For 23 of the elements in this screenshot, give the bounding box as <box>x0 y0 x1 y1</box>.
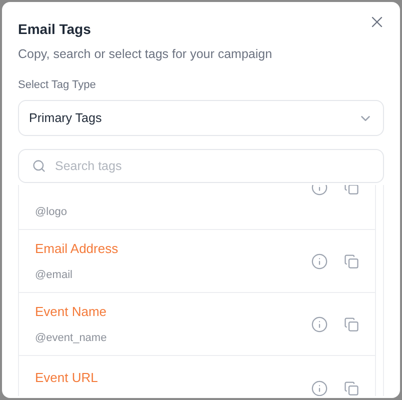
copy-icon[interactable] <box>344 316 359 332</box>
tag-code: @email <box>35 268 74 283</box>
search-icon <box>32 159 46 174</box>
info-icon[interactable] <box>311 252 328 270</box>
field-label: Select Tag Type <box>18 78 97 93</box>
copy-icon[interactable] <box>344 381 359 396</box>
tag-name: Event URL <box>35 369 98 388</box>
copy-icon[interactable] <box>344 185 359 196</box>
dialog-title: Email Tags <box>18 20 91 39</box>
copy-icon[interactable] <box>344 254 359 269</box>
tag-row[interactable]: Event Name @event_name <box>19 293 375 356</box>
tag-row[interactable]: @logo <box>19 185 375 230</box>
tag-row[interactable]: Email Address @email <box>19 230 375 294</box>
tag-type-select[interactable]: Primary Tags <box>18 100 384 136</box>
tag-code: @event_name <box>35 330 107 346</box>
info-icon[interactable] <box>311 316 328 333</box>
tag-code: @logo <box>35 205 67 220</box>
info-icon[interactable] <box>311 380 328 396</box>
tag-name: Email Address <box>35 240 118 258</box>
dialog-subtitle: Copy, search or select tags for your campaign <box>18 46 274 63</box>
search-field[interactable]: Search tags <box>18 149 384 184</box>
tag-row[interactable]: Event URL <box>19 356 375 396</box>
tag-name: Event Name <box>35 303 107 322</box>
